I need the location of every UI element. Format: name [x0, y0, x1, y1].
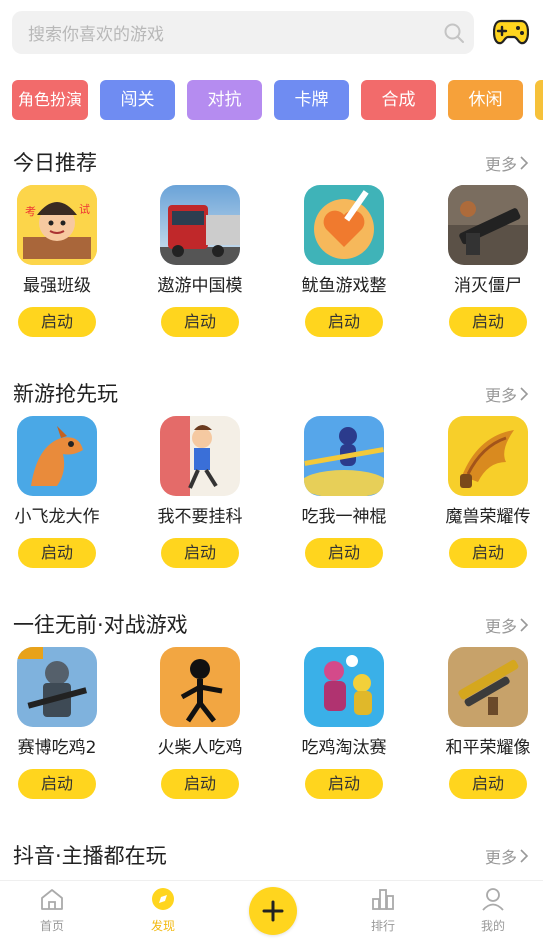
category-chip[interactable]: 角色扮演 [12, 80, 88, 120]
game-card[interactable]: 遨游中国模 启动 [140, 185, 260, 337]
category-chip[interactable]: 合成 [361, 80, 436, 120]
nav-home[interactable]: 首页 [22, 887, 82, 934]
game-card[interactable]: 考试 最强班级 启动 [0, 185, 117, 337]
search-box[interactable]: 搜索你喜欢的游戏 [12, 11, 474, 54]
nav-mine-label: 我的 [480, 919, 505, 933]
bar-chart-icon [372, 889, 394, 910]
game-name: 吃我一神棍 [301, 507, 387, 527]
game-card[interactable]: 和平荣耀像 启动 [428, 647, 543, 799]
more-link[interactable]: 更多 [485, 613, 529, 637]
chevron-right-icon [520, 156, 529, 170]
plus-icon [262, 900, 284, 922]
nav-discover-label: 发现 [150, 919, 175, 933]
game-thumbnail[interactable] [304, 647, 384, 727]
game-card[interactable]: 魔兽荣耀传 启动 [428, 416, 543, 568]
more-link[interactable]: 更多 [485, 382, 529, 406]
game-card[interactable]: 赛博吃鸡2 启动 [0, 647, 117, 799]
bottom-nav: 首页 发现 排行 我的 [0, 880, 543, 940]
section-title: 一往无前·对战游戏 [13, 613, 188, 637]
game-thumbnail[interactable]: 考试 [17, 185, 97, 265]
svg-text:试: 试 [79, 203, 90, 216]
section-title: 抖音·主播都在玩 [13, 844, 167, 868]
top-bar: 搜索你喜欢的游戏 [0, 0, 543, 66]
nav-home-label: 首页 [39, 919, 64, 933]
game-thumbnail[interactable] [448, 416, 528, 496]
nav-rank[interactable]: 排行 [353, 887, 413, 934]
game-card[interactable]: 我不要挂科 启动 [140, 416, 260, 568]
game-name: 和平荣耀像 [445, 738, 531, 758]
search-input[interactable]: 搜索你喜欢的游戏 [28, 20, 434, 45]
launch-button[interactable]: 启动 [305, 307, 383, 337]
compass-icon [152, 888, 174, 910]
game-name: 小飞龙大作 [14, 507, 100, 527]
category-chips: 角色扮演 闯关 对抗 卡牌 合成 休闲 [12, 80, 543, 120]
game-thumbnail[interactable] [160, 647, 240, 727]
svg-text:考: 考 [25, 205, 36, 218]
game-name: 魔兽荣耀传 [445, 507, 531, 527]
launch-button[interactable]: 启动 [449, 538, 527, 568]
launch-button[interactable]: 启动 [18, 307, 96, 337]
launch-button[interactable]: 启动 [449, 769, 527, 799]
game-card[interactable]: 吃我一神棍 启动 [284, 416, 404, 568]
game-thumbnail[interactable] [17, 647, 97, 727]
game-thumbnail[interactable] [160, 185, 240, 265]
more-link[interactable]: 更多 [485, 844, 529, 868]
game-name: 消灭僵尸 [454, 276, 522, 296]
category-chip[interactable]: 闯关 [100, 80, 175, 120]
search-icon[interactable] [434, 11, 474, 54]
nav-discover[interactable]: 发现 [133, 887, 193, 934]
game-name: 赛博吃鸡2 [17, 738, 97, 758]
game-thumbnail[interactable] [304, 185, 384, 265]
launch-button[interactable]: 启动 [305, 769, 383, 799]
game-name: 最强班级 [23, 276, 91, 296]
section-battle-games: 一往无前·对战游戏 更多 赛博吃鸡2 启动 火柴人吃鸡 启动 吃鸡淘汰赛 启动 [0, 605, 543, 799]
launch-button[interactable]: 启动 [161, 307, 239, 337]
game-card[interactable]: 吃鸡淘汰赛 启动 [284, 647, 404, 799]
game-card[interactable]: 小飞龙大作 启动 [0, 416, 117, 568]
game-thumbnail[interactable] [160, 416, 240, 496]
section-new-games: 新游抢先玩 更多 小飞龙大作 启动 我不要挂科 启动 吃我一神棍 启动 魔兽荣耀… [0, 374, 543, 568]
game-card[interactable]: 鱿鱼游戏整 启动 [284, 185, 404, 337]
game-name: 我不要挂科 [157, 507, 243, 527]
chevron-right-icon [520, 618, 529, 632]
section-today: 今日推荐 更多 考试 最强班级 启动 遨游中国模 启动 鱿鱼游戏整 启动 消灭僵… [0, 143, 543, 337]
more-link[interactable]: 更多 [485, 151, 529, 175]
chevron-right-icon [520, 387, 529, 401]
launch-button[interactable]: 启动 [18, 538, 96, 568]
game-card[interactable]: 火柴人吃鸡 启动 [140, 647, 260, 799]
category-chip[interactable] [535, 80, 543, 120]
game-card[interactable]: 消灭僵尸 启动 [428, 185, 543, 337]
launch-button[interactable]: 启动 [18, 769, 96, 799]
launch-button[interactable]: 启动 [161, 769, 239, 799]
section-streamers: 抖音·主播都在玩 更多 [0, 836, 543, 876]
nav-rank-label: 排行 [370, 919, 395, 933]
category-chip[interactable]: 卡牌 [274, 80, 349, 120]
game-thumbnail[interactable] [448, 185, 528, 265]
section-title: 今日推荐 [13, 151, 97, 175]
launch-button[interactable]: 启动 [161, 538, 239, 568]
game-thumbnail[interactable] [448, 647, 528, 727]
chevron-right-icon [520, 849, 529, 863]
section-title: 新游抢先玩 [13, 382, 118, 406]
add-button[interactable] [249, 887, 297, 935]
gamepad-icon[interactable] [492, 16, 530, 48]
game-name: 遨游中国模 [157, 276, 243, 296]
game-name: 吃鸡淘汰赛 [301, 738, 387, 758]
launch-button[interactable]: 启动 [305, 538, 383, 568]
game-thumbnail[interactable] [17, 416, 97, 496]
user-icon [482, 888, 504, 911]
nav-mine[interactable]: 我的 [463, 887, 523, 934]
game-name: 火柴人吃鸡 [157, 738, 243, 758]
category-chip[interactable]: 休闲 [448, 80, 523, 120]
launch-button[interactable]: 启动 [449, 307, 527, 337]
category-chip[interactable]: 对抗 [187, 80, 262, 120]
game-thumbnail[interactable] [304, 416, 384, 496]
home-icon [41, 889, 63, 910]
game-name: 鱿鱼游戏整 [301, 276, 387, 296]
